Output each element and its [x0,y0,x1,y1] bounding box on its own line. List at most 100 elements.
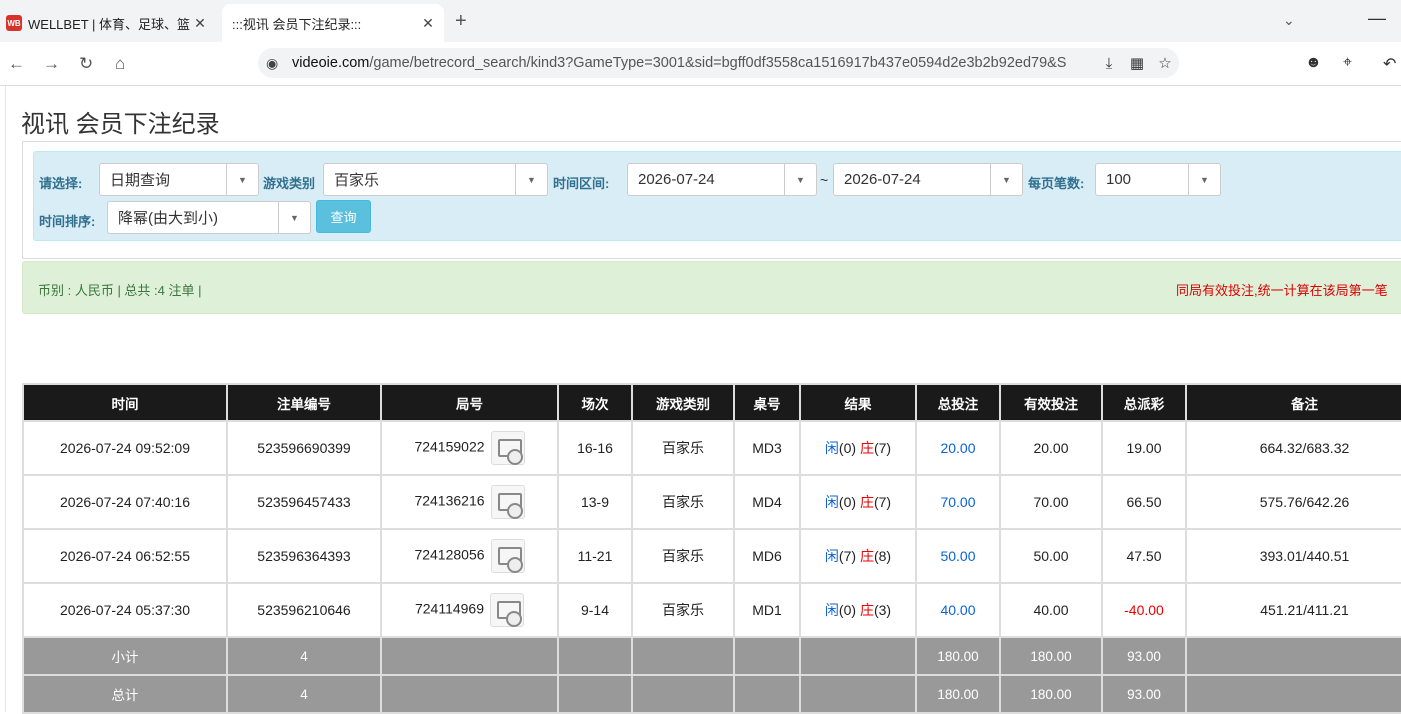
new-tab-icon[interactable]: + [455,10,467,33]
home-icon[interactable]: ⌂ [115,54,125,74]
chevron-down-icon: ▼ [1188,164,1220,195]
round-no-text: 724128056 [414,546,485,563]
total-count: 4 [226,674,382,714]
crop-icon[interactable]: ⌖ [1343,54,1352,72]
time-sort-value: 降幂(由大到小) [118,210,218,227]
cell-total-bet: 50.00 [915,528,1001,584]
total-bet: 180.00 [915,674,1001,714]
address-bar[interactable]: ◉ videoie.com/game/betrecord_search/kind… [258,48,1179,78]
tab-search-chevron-icon[interactable]: ⌄ [1283,12,1295,29]
table-row: 2026-07-24 05:37:30 523596210646 724114969… [22,582,1401,638]
player-score: (0) [838,440,857,456]
cell-round-no: 724128056 [380,528,559,584]
currency-summary: 币别 : 人民币 | 总共 :4 注单 | [38,283,202,298]
video-replay-icon[interactable] [490,593,525,627]
page-content: 视讯 会员下注纪录 请选择: 日期查询 ▼ 游戏类别 百家乐 ▼ 时间区间: 2… [5,86,1401,714]
url-text[interactable]: videoie.com/game/betrecord_search/kind3?… [292,55,1095,71]
table-header-row: 时间 注单编号 局号 场次 游戏类别 桌号 结果 总投注 有效投注 总派彩 备注 [22,383,1401,422]
col-header-result: 结果 [799,383,917,422]
tab-title: :::视讯 会员下注纪录::: [232,16,362,32]
query-type-select[interactable]: 日期查询 ▼ [99,163,259,196]
cell-valid-bet: 40.00 [999,582,1103,638]
tab-bet-record[interactable]: :::视讯 会员下注纪录::: ✕ [222,4,444,42]
empty-cell [733,674,801,714]
cell-game-type: 百家乐 [631,582,735,638]
cell-order-no: 523596364393 [226,528,382,584]
cell-time: 2026-07-24 09:52:09 [22,420,228,476]
video-replay-icon[interactable] [490,539,525,573]
cell-total-bet: 40.00 [915,582,1001,638]
empty-cell [380,636,559,676]
cell-order-no: 523596457433 [226,474,382,530]
per-page-value: 100 [1106,171,1132,188]
page-title: 视讯 会员下注纪录 [21,111,220,138]
bookmark-star-icon[interactable]: ☆ [1151,54,1179,72]
date-to-select[interactable]: 2026-07-24 ▼ [833,163,1023,196]
game-type-select[interactable]: 百家乐 ▼ [323,163,548,196]
query-type-label: 请选择: [39,176,83,191]
empty-cell [380,674,559,714]
cell-payout: 47.50 [1101,528,1187,584]
cell-time: 2026-07-24 07:40:16 [22,474,228,530]
subtotal-count: 4 [226,636,382,676]
cell-game-type: 百家乐 [631,474,735,530]
banker-score: (8) [873,548,892,564]
subtotal-bet: 180.00 [915,636,1001,676]
col-header-note: 备注 [1185,383,1401,422]
per-page-label: 每页笔数: [1028,176,1085,191]
back-icon[interactable]: ← [8,54,25,74]
minimize-window-icon[interactable]: — [1368,8,1386,29]
table-row: 2026-07-24 07:40:16 523596457433 724136216… [22,474,1401,530]
chevron-down-icon: ▼ [784,164,816,195]
subtotal-label: 小计 [22,636,228,676]
cell-round-no: 724159022 [380,420,559,476]
profile-icon[interactable]: ☻ [1305,54,1322,72]
cell-table-no: MD6 [733,528,801,584]
col-header-total-bet: 总投注 [915,383,1001,422]
round-no-text: 724114969 [414,600,485,617]
cell-result: 闲(7) 庄(8) [799,528,917,584]
per-page-select[interactable]: 100 ▼ [1095,163,1221,196]
cell-session: 11-21 [557,528,633,584]
tab-wellbet[interactable]: WB WELLBET | 体育、足球、篮球、 ✕ [0,4,216,42]
cell-game-type: 百家乐 [631,420,735,476]
undo-icon[interactable]: ↶ [1383,54,1396,74]
cell-order-no: 523596690399 [226,420,382,476]
player-label: 闲 [824,440,839,456]
cell-order-no: 523596210646 [226,582,382,638]
bet-record-table: 时间 注单编号 局号 场次 游戏类别 桌号 结果 总投注 有效投注 总派彩 备注… [22,383,1401,714]
total-payout: 93.00 [1101,674,1187,714]
date-from-value: 2026-07-24 [638,171,715,188]
col-header-game-type: 游戏类别 [631,383,735,422]
cell-round-no: 724114969 [380,582,559,638]
video-replay-icon[interactable] [490,485,525,519]
banker-label: 庄 [859,494,874,510]
video-replay-icon[interactable] [490,431,525,465]
player-score: (0) [838,494,857,510]
cell-valid-bet: 50.00 [999,528,1103,584]
cell-total-bet: 20.00 [915,420,1001,476]
download-icon[interactable]: ⤓ [1095,55,1123,72]
site-info-icon[interactable]: ◉ [266,55,286,72]
banker-score: (3) [873,602,892,618]
forward-icon[interactable]: → [43,54,60,74]
query-button[interactable]: 查询 [316,200,371,233]
time-range-label: 时间区间: [553,176,610,191]
close-tab-icon[interactable]: ✕ [418,15,438,32]
qr-code-icon[interactable]: ▦ [1123,54,1151,72]
cell-note: 664.32/683.32 [1185,420,1401,476]
time-sort-select[interactable]: 降幂(由大到小) ▼ [107,201,311,234]
browser-toolbar: ← → ↻ ⌂ ◉ videoie.com/game/betrecord_sea… [0,42,1401,86]
date-from-select[interactable]: 2026-07-24 ▼ [627,163,817,196]
col-header-time: 时间 [22,383,228,422]
tab-title: WELLBET | 体育、足球、篮球、 [28,16,190,32]
col-header-valid-bet: 有效投注 [999,383,1103,422]
close-tab-icon[interactable]: ✕ [190,15,210,32]
chevron-down-icon: ▼ [226,164,258,195]
reload-icon[interactable]: ↻ [79,54,93,74]
cell-note: 451.21/411.21 [1185,582,1401,638]
player-score: (7) [838,548,857,564]
url-host: videoie.com [292,55,370,71]
col-header-order-no: 注单编号 [226,383,382,422]
cell-time: 2026-07-24 06:52:55 [22,528,228,584]
